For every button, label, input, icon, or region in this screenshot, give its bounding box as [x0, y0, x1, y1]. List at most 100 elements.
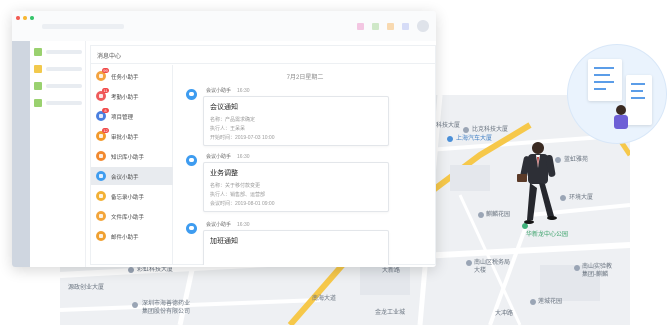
assistant-label: 备忘录小助手	[111, 195, 145, 201]
assistant-list: 99 任务小助手 11 考勤小助手 8 项目管理 12 审批小助手 知识库小助手	[91, 65, 173, 265]
message-sender: 会议小助手 16:30	[206, 88, 250, 94]
nav-item[interactable]	[34, 64, 84, 74]
assistant-label: 审批小助手	[111, 135, 139, 141]
knowledge-icon	[96, 151, 106, 161]
map-label: 彩虹科技大厦	[137, 267, 174, 273]
unread-badge: 12	[102, 128, 109, 133]
assistant-label: 项目管理	[111, 115, 134, 121]
assistant-label: 会议小助手	[111, 175, 139, 181]
message-time: 16:30	[237, 88, 250, 94]
panel-title: 消息中心	[97, 54, 122, 60]
bot-avatar-icon	[186, 155, 197, 166]
app-window: 消息中心 99 任务小助手 11 考勤小助手 8 项目管理 12 审批小助手 知…	[12, 11, 436, 267]
message-time: 16:30	[237, 154, 250, 160]
map-label: 蓝虹雅苑	[564, 157, 589, 163]
assistant-label: 任务小助手	[111, 75, 139, 81]
assistant-item-task[interactable]: 99 任务小助手	[91, 67, 173, 85]
title-bar	[12, 11, 436, 41]
navigation-panel	[30, 41, 86, 267]
card-line: 执行人：王呆呆	[210, 126, 246, 132]
minimize-window-dot[interactable]	[23, 16, 27, 20]
bot-avatar-icon	[186, 223, 197, 234]
map-poi-marker	[463, 127, 469, 133]
map-label: 比克科技大厦	[472, 127, 509, 133]
assistant-label: 知识库小助手	[111, 155, 145, 161]
notification-card[interactable]: 会议通知 名称：产品需求确定 执行人：王呆呆 开始时间：2019-07-03 1…	[203, 96, 389, 146]
nav-item[interactable]	[34, 98, 84, 108]
toolbar-square-icon[interactable]	[402, 23, 409, 30]
map-poi-marker	[466, 260, 472, 266]
map-label: 莲城花园	[538, 299, 563, 305]
nav-item[interactable]	[34, 81, 84, 91]
unread-badge: 99	[102, 68, 109, 73]
chat-area: 7月2日星期二 会议小助手 16:30 会议通知 名称：产品需求确定 执行人：王呆…	[174, 65, 436, 265]
assistant-item-knowledge[interactable]: 知识库小助手	[91, 147, 173, 165]
close-window-dot[interactable]	[16, 16, 20, 20]
map-poi-marker	[574, 265, 580, 271]
nav-square-icon	[34, 99, 42, 107]
mail-icon	[96, 231, 106, 241]
nav-square-icon	[34, 82, 42, 90]
toolbar-square-icon[interactable]	[387, 23, 394, 30]
map-label: 科技大厦	[436, 123, 461, 129]
map-label: 源政创业大厦	[68, 285, 105, 291]
card-title: 加班通知	[210, 238, 238, 245]
assistant-item-project[interactable]: 8 项目管理	[91, 107, 173, 125]
map-road-label: 大冲路	[495, 311, 514, 317]
assistant-item-memo[interactable]: 备忘录小助手	[91, 187, 173, 205]
card-line: 执行人：销售部、运营部	[210, 192, 266, 198]
card-line: 名称：产品需求确定	[210, 117, 256, 123]
toolbar-square-icon[interactable]	[357, 23, 364, 30]
checklist-bubble-illustration	[567, 44, 667, 144]
checklist-card	[588, 59, 622, 101]
assistant-label: 文件库小助手	[111, 215, 145, 221]
maximize-window-dot[interactable]	[30, 16, 34, 20]
assistant-item-meeting[interactable]: 会议小助手	[91, 167, 173, 185]
map-poi-marker	[478, 212, 484, 218]
unread-badge: 11	[102, 88, 109, 93]
nav-square-icon	[34, 65, 42, 73]
date-separator: 7月2日星期二	[286, 75, 324, 81]
toolbar-square-icon[interactable]	[372, 23, 379, 30]
unread-badge: 8	[102, 108, 109, 113]
meeting-icon	[96, 171, 106, 181]
notification-card[interactable]: 加班通知	[203, 230, 389, 265]
map-road-label: 大新路	[382, 268, 401, 274]
map-label: 华新龙中心公园	[526, 232, 569, 238]
avatar[interactable]	[417, 20, 429, 32]
card-line: 会议时间：2019-08-01 09:00	[210, 201, 275, 207]
map-label: 上海汽车大厦	[456, 136, 493, 142]
map-poi-marker	[447, 136, 453, 142]
assistant-item-approval[interactable]: 12 审批小助手	[91, 127, 173, 145]
map-poi-marker	[530, 299, 536, 305]
nav-square-icon	[34, 48, 42, 56]
card-line: 开始时间：2019-07-03 10:00	[210, 135, 275, 141]
assistant-label: 邮件小助手	[111, 235, 139, 241]
assistant-item-mail[interactable]: 邮件小助手	[91, 227, 173, 245]
map-label: 金龙工业城	[375, 310, 406, 316]
card-title: 会议通知	[210, 104, 238, 111]
notification-card[interactable]: 业务调整 名称：关于移付款变更 执行人：销售部、运营部 会议时间：2019-08…	[203, 162, 389, 212]
map-poi-marker	[128, 267, 134, 273]
map-poi-marker	[132, 302, 138, 308]
message-center-header: 消息中心	[91, 46, 435, 64]
businessman-illustration	[517, 142, 557, 224]
assistant-label: 考勤小助手	[111, 95, 139, 101]
checklist-card	[626, 75, 652, 125]
bot-avatar-icon	[186, 89, 197, 100]
nav-item[interactable]	[34, 47, 84, 57]
card-title: 业务调整	[210, 170, 238, 177]
person-icon	[616, 105, 626, 115]
message-center-panel: 消息中心 99 任务小助手 11 考勤小助手 8 项目管理 12 审批小助手 知…	[90, 45, 436, 265]
app-sidebar	[12, 41, 30, 267]
assistant-item-files[interactable]: 文件库小助手	[91, 207, 173, 225]
map-label: 环境大厦	[569, 195, 594, 201]
card-line: 名称：关于移付款变更	[210, 183, 261, 189]
assistant-item-attendance[interactable]: 11 考勤小助手	[91, 87, 173, 105]
person-body-icon	[614, 115, 628, 129]
message-sender: 会议小助手 16:30	[206, 154, 250, 160]
folder-icon	[96, 211, 106, 221]
memo-icon	[96, 191, 106, 201]
title-placeholder	[42, 24, 124, 29]
map-label: 麒麟花园	[486, 212, 511, 218]
